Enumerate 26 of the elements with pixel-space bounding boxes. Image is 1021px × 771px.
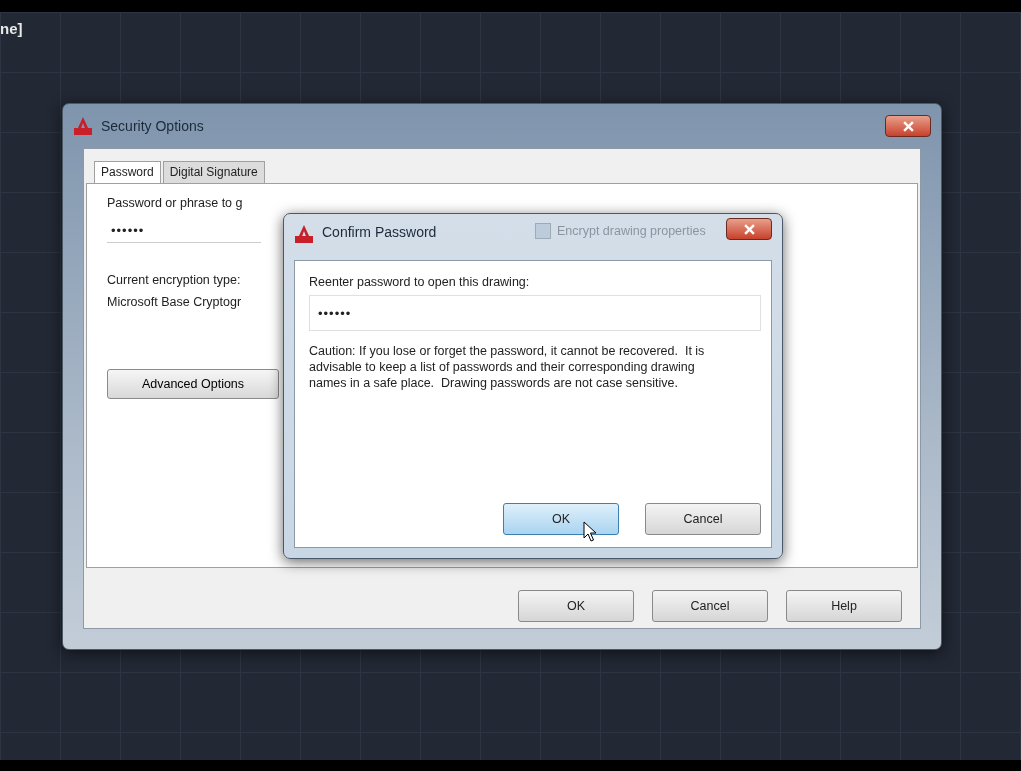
advanced-options-button[interactable]: Advanced Options — [107, 369, 279, 399]
close-icon — [902, 120, 914, 132]
close-icon — [743, 223, 755, 235]
dialog-title: Confirm Password — [322, 224, 437, 240]
dialog-button[interactable]: OK — [518, 590, 634, 622]
dialog-button[interactable]: Cancel — [652, 590, 768, 622]
prompt-label: Reenter password to open this drawing: — [309, 275, 531, 289]
tab[interactable]: Password — [94, 161, 161, 184]
command-line-text: ne] — [0, 20, 23, 37]
dialog-button[interactable]: OK — [503, 503, 619, 535]
encryption-type-label: Current encryption type: — [107, 273, 241, 287]
close-button[interactable] — [726, 218, 772, 240]
close-button[interactable] — [885, 115, 931, 137]
app-logo-icon — [73, 116, 93, 136]
caution-text: Caution: If you lose or forget the password, it cannot be recovered. It is advisable to keep a list of passwords and their corresponding drawing names in a safe place. Drawing passwords are not case sensitive. — [309, 343, 706, 391]
dialog-title: Security Options — [101, 118, 204, 134]
password-field[interactable]: •••••• — [107, 218, 261, 243]
password-label: Password or phrase to g — [107, 196, 243, 210]
dialog-button[interactable]: Help — [786, 590, 902, 622]
tab[interactable]: Digital Signature — [162, 161, 265, 183]
mouse-pointer-icon — [583, 521, 599, 543]
password-field[interactable]: •••••• — [309, 295, 761, 331]
dialog-button[interactable]: Cancel — [645, 503, 761, 535]
checkbox-label: Encrypt drawing properties — [557, 223, 706, 238]
app-logo-icon — [294, 224, 314, 244]
encryption-type-value: Microsoft Base Cryptogr — [107, 295, 242, 309]
